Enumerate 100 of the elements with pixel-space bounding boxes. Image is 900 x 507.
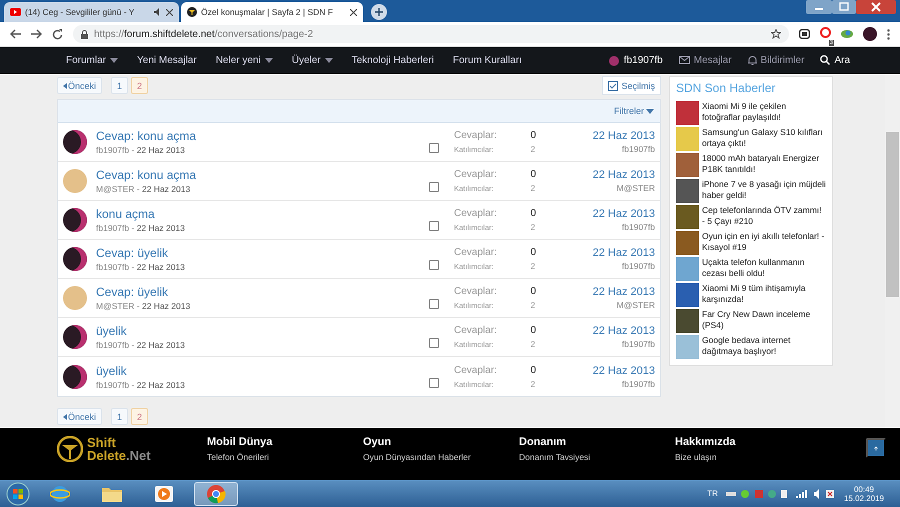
notifications-link[interactable]: Bildirimler bbox=[748, 54, 804, 66]
chrome-icon[interactable] bbox=[206, 484, 226, 504]
participants-count: 2 bbox=[530, 378, 536, 388]
last-message-date[interactable]: 22 Haz 2013 bbox=[592, 286, 655, 298]
conversation-title[interactable]: üyelik bbox=[96, 324, 420, 338]
replies-count: 0 bbox=[530, 130, 536, 141]
nav-link[interactable]: Forumlar bbox=[66, 54, 118, 66]
news-link[interactable]: Cep telefonlarında ÖTV zammı! - 5 Çayı #210 bbox=[702, 205, 826, 226]
previous-page-link[interactable]: Önceki bbox=[57, 408, 102, 425]
browser-e-icon[interactable] bbox=[50, 484, 70, 504]
last-message-user: fb1907fb bbox=[622, 144, 655, 154]
select-checkbox[interactable] bbox=[429, 260, 439, 270]
site-logo[interactable]: Shift Delete.Net bbox=[57, 436, 207, 480]
language-indicator[interactable]: TR bbox=[707, 489, 718, 498]
close-icon[interactable] bbox=[856, 0, 896, 14]
extension-icon[interactable] bbox=[799, 29, 810, 39]
back-icon[interactable] bbox=[10, 29, 21, 39]
speaker-icon[interactable] bbox=[154, 8, 162, 16]
caret-icon bbox=[63, 82, 67, 88]
reload-icon[interactable] bbox=[52, 28, 63, 40]
conversation-title[interactable]: üyelik bbox=[96, 364, 420, 378]
footer-heading: Hakkımızda bbox=[675, 436, 737, 448]
select-checkbox[interactable] bbox=[429, 299, 439, 309]
forward-icon[interactable] bbox=[31, 29, 42, 39]
conversation-title[interactable]: Cevap: üyelik bbox=[96, 285, 420, 299]
select-checkbox[interactable] bbox=[429, 378, 439, 388]
participants-count: 2 bbox=[530, 183, 536, 193]
last-message-date[interactable]: 22 Haz 2013 bbox=[592, 325, 655, 337]
footer-link[interactable]: Oyun Dünyasından Haberler bbox=[363, 452, 519, 462]
footer-link[interactable]: Donanım Tavsiyesi bbox=[519, 452, 675, 462]
participants-count: 2 bbox=[530, 300, 536, 310]
nav-link[interactable]: Teknoloji Haberleri bbox=[352, 54, 434, 66]
close-icon[interactable] bbox=[350, 8, 357, 16]
news-link[interactable]: Xiaomi Mi 9 ile çekilen fotoğraflar paylaşıldı! bbox=[702, 101, 826, 122]
play-icon[interactable] bbox=[154, 484, 174, 504]
news-link[interactable]: Google bedava internet dağıtmaya başlıyor! bbox=[702, 335, 826, 356]
replies-label: Cevaplar: bbox=[454, 208, 498, 219]
menu-icon[interactable] bbox=[887, 28, 890, 40]
user-avatar[interactable] bbox=[63, 364, 87, 388]
nav-link[interactable]: Forum Kuralları bbox=[452, 54, 522, 66]
replies-count: 0 bbox=[530, 325, 536, 336]
previous-page-link[interactable]: Önceki bbox=[57, 77, 102, 94]
select-checkbox[interactable] bbox=[429, 221, 439, 231]
select-checkbox[interactable] bbox=[429, 338, 439, 348]
news-link[interactable]: iPhone 7 ve 8 yasağı için müjdeli haber geldi! bbox=[702, 179, 826, 200]
conversation-title[interactable]: Cevap: üyelik bbox=[96, 246, 420, 260]
replies-label: Cevaplar: bbox=[454, 247, 498, 258]
footer-link[interactable]: Telefon Önerileri bbox=[207, 452, 363, 462]
browser-tab[interactable]: Özel konuşmalar | Sayfa 2 | SDN F bbox=[181, 2, 363, 22]
footer-link[interactable]: Bize ulaşın bbox=[675, 452, 831, 462]
news-link[interactable]: Samsung'un Galaxy S10 kılıfları ortaya çıktı! bbox=[702, 127, 826, 148]
news-link[interactable]: Oyun için en iyi akıllı telefonlar! - Kısayol #19 bbox=[702, 231, 826, 252]
maximize-icon[interactable] bbox=[832, 0, 856, 14]
last-message-date[interactable]: 22 Haz 2013 bbox=[592, 169, 655, 181]
address-bar[interactable]: https://forum.shiftdelete.net/conversations/page-2 bbox=[73, 25, 789, 43]
clock[interactable]: 00:49 15.02.2019 bbox=[844, 484, 884, 502]
user-avatar[interactable] bbox=[63, 325, 87, 349]
conversation-meta: fb1907fb - 22 Haz 2013 bbox=[96, 145, 186, 155]
last-message-date[interactable]: 22 Haz 2013 bbox=[592, 364, 655, 376]
conversation-title[interactable]: konu açma bbox=[96, 207, 420, 221]
messages-link[interactable]: Mesajlar bbox=[678, 54, 732, 66]
replies-label: Cevaplar: bbox=[454, 130, 498, 141]
starred-button[interactable]: Seçilmiş bbox=[602, 76, 661, 95]
news-link[interactable]: Far Cry New Dawn inceleme (PS4) bbox=[702, 309, 826, 330]
start-button[interactable] bbox=[6, 482, 30, 506]
page-link[interactable]: 1 bbox=[111, 77, 128, 94]
new-tab-button[interactable] bbox=[371, 4, 387, 20]
last-message-date[interactable]: 22 Haz 2013 bbox=[592, 208, 655, 220]
nav-link[interactable]: Üyeler bbox=[292, 54, 333, 66]
replies-count: 0 bbox=[530, 364, 536, 376]
nav-link[interactable]: Neler yeni bbox=[216, 54, 273, 66]
user-menu[interactable]: fb1907fb bbox=[608, 54, 663, 66]
select-checkbox[interactable] bbox=[429, 182, 439, 192]
conversation-title[interactable]: Cevap: konu açma bbox=[96, 168, 420, 182]
back-to-top-button[interactable] bbox=[866, 438, 886, 458]
user-avatar[interactable] bbox=[63, 247, 87, 271]
profile-avatar[interactable] bbox=[863, 27, 877, 41]
news-link[interactable]: Uçakta telefon kullanmanın cezası belli oldu! bbox=[702, 257, 826, 278]
close-icon[interactable] bbox=[166, 8, 173, 16]
news-link[interactable]: Xiaomi Mi 9 tüm ihtişamıyla karşınızda! bbox=[702, 283, 826, 304]
conversation-title[interactable]: Cevap: konu açma bbox=[96, 129, 420, 143]
browser-tab[interactable]: (14) Ceg - Sevgililer günü - Y bbox=[4, 2, 179, 22]
search-link[interactable]: Ara bbox=[820, 54, 850, 66]
last-message-date[interactable]: 22 Haz 2013 bbox=[592, 247, 655, 259]
user-avatar[interactable] bbox=[63, 130, 87, 154]
last-message-date[interactable]: 22 Haz 2013 bbox=[592, 130, 655, 142]
panel-title: SDN Son Haberler bbox=[676, 81, 776, 95]
news-link[interactable]: 18000 mAh bataryalı Energizer P18K tanıtıldı! bbox=[702, 153, 826, 174]
filters-menu[interactable]: Filtreler bbox=[614, 106, 654, 116]
user-avatar[interactable] bbox=[63, 208, 87, 232]
select-checkbox[interactable] bbox=[429, 143, 439, 153]
last-message-user: M@STER bbox=[616, 183, 655, 193]
participants-count: 2 bbox=[530, 222, 536, 232]
page-link[interactable]: 1 bbox=[111, 408, 128, 425]
bell-icon bbox=[748, 55, 757, 65]
tray-icons-drawing[interactable] bbox=[726, 488, 836, 498]
minimize-icon[interactable] bbox=[806, 0, 832, 14]
arrow-up-icon bbox=[874, 444, 878, 452]
nav-link[interactable]: Yeni Mesajlar bbox=[137, 54, 197, 66]
site-logo-icon bbox=[187, 7, 197, 17]
